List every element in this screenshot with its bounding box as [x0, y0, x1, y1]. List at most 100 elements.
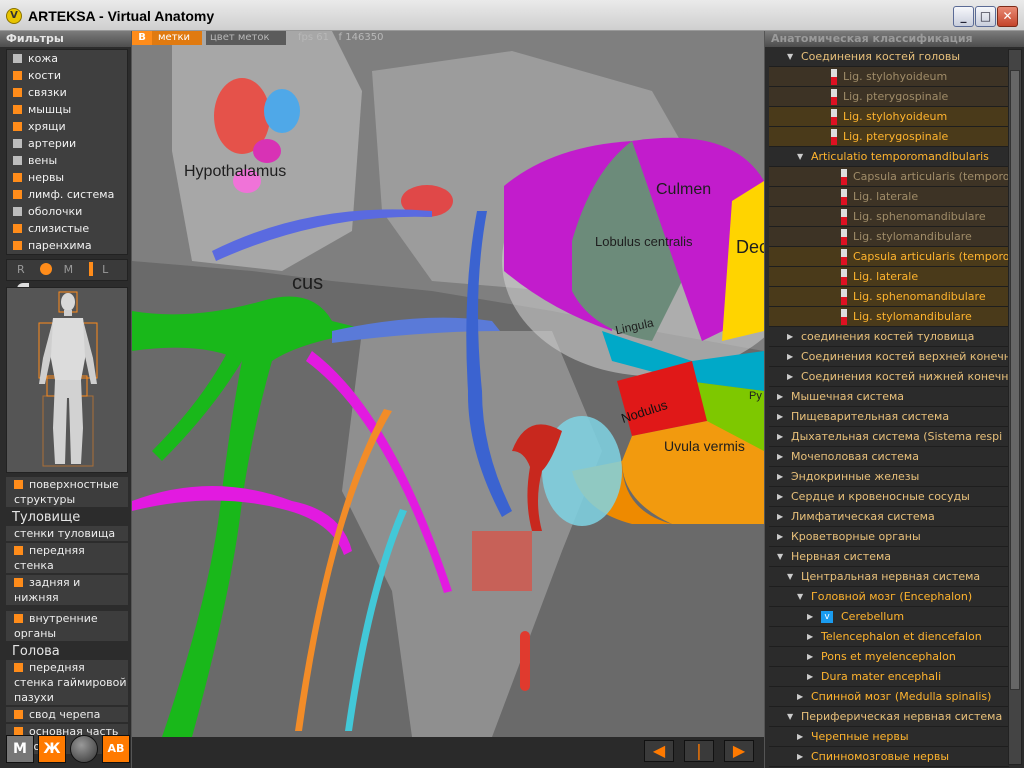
tree-row[interactable]: Lig. stylomandibulare [769, 227, 1009, 247]
close-button[interactable]: ✕ [997, 6, 1018, 27]
filter-item[interactable]: артерии [7, 135, 127, 152]
filter-item[interactable]: кожа [7, 50, 127, 67]
filter-checkbox-icon[interactable] [13, 173, 22, 182]
tree-row[interactable]: Lig. stylomandibulare [769, 307, 1009, 327]
expand-right-icon[interactable]: ▶ [777, 487, 783, 506]
filter-item[interactable]: лимф. система [7, 186, 127, 203]
tree-row[interactable]: ▶ Кроветворные органы [769, 527, 1009, 547]
tree-row[interactable]: ▼ Головной мозг (Encephalon) [769, 587, 1009, 607]
maximize-button[interactable]: □ [975, 6, 996, 27]
tree-row[interactable]: ▶ Telencephalon et diencefalon [769, 627, 1009, 647]
filter-checkbox-icon[interactable] [13, 71, 22, 80]
expand-down-icon[interactable]: ▼ [797, 147, 803, 166]
expand-right-icon[interactable]: ▶ [777, 467, 783, 486]
filter-checkbox-icon[interactable] [13, 105, 22, 114]
prev-button[interactable]: ◀ [644, 740, 674, 762]
tree-row[interactable]: Capsula articularis (temporoma [769, 247, 1009, 267]
expand-right-icon[interactable]: ▶ [777, 507, 783, 526]
female-button[interactable]: Ж [38, 735, 66, 763]
expand-right-icon[interactable]: ▶ [777, 447, 783, 466]
ab-button[interactable]: АВ [102, 735, 130, 763]
tree-row[interactable]: ▶ соединения костей туловища [769, 327, 1009, 347]
expand-right-icon[interactable]: ▶ [807, 667, 813, 686]
filter-item[interactable]: мышцы [7, 101, 127, 118]
region-head-vault[interactable]: свод черепа [6, 707, 128, 722]
rl-badge-icon[interactable] [841, 189, 847, 205]
tree-row[interactable]: Lig. laterale [769, 187, 1009, 207]
tree-row[interactable]: ▼ Соединения костей головы [769, 47, 1009, 67]
next-button[interactable]: ▶ [724, 740, 754, 762]
region-torso-walls[interactable]: стенки туловища [6, 526, 128, 541]
expand-right-icon[interactable]: ▶ [777, 427, 783, 446]
expand-right-icon[interactable]: ▶ [807, 627, 813, 646]
expand-down-icon[interactable]: ▼ [787, 707, 793, 726]
tree-row[interactable]: ▶ Спинномозговые нервы [769, 747, 1009, 767]
expand-right-icon[interactable]: ▶ [787, 367, 793, 386]
expand-right-icon[interactable]: ▶ [807, 607, 813, 626]
filter-checkbox-icon[interactable] [13, 241, 22, 250]
filter-item[interactable]: нервы [7, 169, 127, 186]
expand-right-icon[interactable]: ▶ [777, 407, 783, 426]
tree-row[interactable]: Lig. pterygospinale [769, 127, 1009, 147]
region-internal[interactable]: внутренние органы [6, 611, 128, 641]
tree-row[interactable]: ▶ Эндокринные железы [769, 467, 1009, 487]
tree-row[interactable]: ▶ Мышечная система [769, 387, 1009, 407]
check-box-icon[interactable]: v [821, 611, 833, 623]
expand-right-icon[interactable]: ▶ [797, 687, 803, 706]
tree-row[interactable]: ▶ Dura mater encephali [769, 667, 1009, 687]
filter-checkbox-icon[interactable] [13, 156, 22, 165]
tree-row[interactable]: ▶ Pons et myelencephalon [769, 647, 1009, 667]
tree-row[interactable]: ▶ Дыхательная система (Sistema respi [769, 427, 1009, 447]
rl-badge-icon[interactable] [831, 129, 837, 145]
rl-badge-icon[interactable] [841, 289, 847, 305]
filter-checkbox-icon[interactable] [13, 122, 22, 131]
expand-down-icon[interactable]: ▼ [797, 587, 803, 606]
tree-row[interactable]: ▶ Лимфатическая система [769, 507, 1009, 527]
expand-right-icon[interactable]: ▶ [787, 347, 793, 366]
tree-row[interactable]: ▶ Черепные нервы [769, 727, 1009, 747]
expand-right-icon[interactable]: ▶ [777, 387, 783, 406]
minimize-button[interactable]: _ [953, 6, 974, 27]
rl-badge-icon[interactable] [841, 169, 847, 185]
expand-right-icon[interactable]: ▶ [787, 327, 793, 346]
sphere-view-button[interactable] [70, 735, 98, 763]
tree-row[interactable]: ▶ Спинной мозг (Medulla spinalis) [769, 687, 1009, 707]
rl-badge-icon[interactable] [841, 249, 847, 265]
anatomy-3d-viewport[interactable]: Hypothalamus Culmen Lobulus centralis Li… [132, 31, 764, 737]
lod-slider-knob[interactable] [40, 263, 53, 275]
filter-checkbox-icon[interactable] [13, 190, 22, 199]
tree-row[interactable]: Lig. sphenomandibulare [769, 287, 1009, 307]
filter-item[interactable]: кости [7, 67, 127, 84]
filter-checkbox-icon[interactable] [13, 224, 22, 233]
scrollbar-thumb[interactable] [1010, 70, 1020, 690]
mode-badge[interactable]: В [132, 31, 152, 45]
filter-item[interactable]: паренхима [7, 237, 127, 254]
expand-down-icon[interactable]: ▼ [787, 567, 793, 586]
rl-badge-icon[interactable] [841, 229, 847, 245]
filter-item[interactable]: вены [7, 152, 127, 169]
tree-row[interactable]: ▶ Мочеполовая система [769, 447, 1009, 467]
center-button[interactable]: | [684, 740, 714, 762]
tree-row[interactable]: Lig. stylohyoideum [769, 107, 1009, 127]
filter-item[interactable]: связки [7, 84, 127, 101]
tree-row[interactable]: Lig. stylohyoideum [769, 67, 1009, 87]
male-button[interactable]: М [6, 735, 34, 763]
tab-label-color[interactable]: цвет меток [206, 31, 286, 45]
tree-row[interactable]: ▼ Центральная нервная система [769, 567, 1009, 587]
classification-tree[interactable]: ▼ Соединения костей головы Lig. stylohyoid… [769, 47, 1009, 768]
rl-badge-icon[interactable] [841, 269, 847, 285]
filter-checkbox-icon[interactable] [13, 207, 22, 216]
tree-row[interactable]: Lig. pterygospinale [769, 87, 1009, 107]
expand-right-icon[interactable]: ▶ [797, 727, 803, 746]
expand-down-icon[interactable]: ▼ [777, 547, 783, 566]
tree-row[interactable]: Lig. sphenomandibulare [769, 207, 1009, 227]
lod-r[interactable]: R [17, 263, 31, 276]
filter-item[interactable]: слизистые [7, 220, 127, 237]
tree-row[interactable]: ▶ Сердце и кровеносные сосуды [769, 487, 1009, 507]
region-torso-front[interactable]: передняя стенка [6, 543, 128, 573]
lod-l[interactable]: L [102, 263, 114, 276]
region-torso-back[interactable]: задняя и нижняя [6, 575, 128, 605]
filter-item[interactable]: оболочки [7, 203, 127, 220]
region-surface[interactable]: поверхностные структуры [6, 477, 128, 507]
tree-row[interactable]: ▶ Соединения костей нижней конечнос [769, 367, 1009, 387]
